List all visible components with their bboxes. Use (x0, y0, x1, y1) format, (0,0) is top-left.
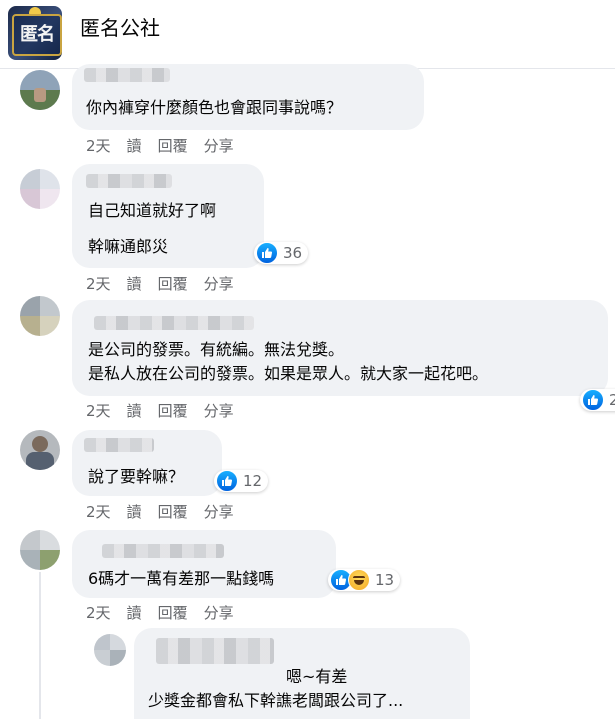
reply-button[interactable]: 回覆 (158, 137, 188, 155)
comment-text: 你內褲穿什麼顏色也會跟同事說嗎？ (86, 98, 343, 117)
share-button[interactable]: 分享 (204, 137, 234, 155)
group-avatar-text: 匿名 (12, 14, 62, 56)
reaction-count-value: 13 (375, 571, 395, 589)
share-button[interactable]: 分享 (204, 402, 234, 420)
comment-bubble: 6碼才一萬有差那一點錢嗎 (72, 530, 336, 598)
group-avatar[interactable]: 匿名 (8, 6, 62, 60)
comment-text: 說了要幹嘛？ (88, 467, 185, 486)
comment-time[interactable]: 2天 (86, 604, 111, 622)
reaction-count-value: 36 (283, 244, 303, 262)
reply-text: 嗯~有差 (286, 667, 348, 686)
comment-bubble: 說了要幹嘛？ (72, 430, 222, 496)
commenter-avatar[interactable] (20, 296, 60, 336)
commenter-avatar[interactable] (20, 430, 60, 470)
comment-text: 6碼才一萬有差那一點錢嗎 (88, 569, 275, 588)
comment-actions: 2天讀回覆 分享 (86, 503, 250, 521)
replier-name-blurred[interactable] (156, 638, 274, 664)
reply-button[interactable]: 回覆 (158, 503, 188, 521)
reply-button[interactable]: 回覆 (158, 604, 188, 622)
like-reaction-icon (216, 470, 238, 492)
reaction-count[interactable]: 12 (214, 470, 269, 492)
like-reaction-icon (582, 389, 604, 411)
comment-text: 是公司的發票。有統編。無法兌獎。 (88, 340, 345, 359)
share-button[interactable]: 分享 (204, 604, 234, 622)
commenter-name-blurred[interactable] (84, 438, 154, 452)
reply-text: 少獎金都會私下幹譙老闆跟公司了... (148, 691, 404, 710)
comment-actions: 2天讀回覆 分享 (86, 402, 250, 420)
reaction-count[interactable]: 36 (254, 242, 309, 264)
reaction-count[interactable]: 13 (328, 569, 401, 591)
reply-button[interactable]: 回覆 (158, 275, 188, 293)
like-reaction-icon (256, 242, 278, 264)
comment-bubble: 是公司的發票。有統編。無法兌獎。 是私人放在公司的發票。如果是眾人。就大家一起花… (72, 300, 608, 396)
commenter-avatar[interactable] (20, 70, 60, 110)
group-header: 匿名 匿名公社 (0, 0, 615, 69)
reply-button[interactable]: 回覆 (158, 402, 188, 420)
comment-actions: 2天讀回覆 分享 (86, 275, 250, 293)
read-button[interactable]: 讀 (127, 503, 142, 521)
reply-bubble: 嗯~有差 少獎金都會私下幹譙老闆跟公司了... (134, 628, 470, 719)
reply-thread-line (39, 572, 41, 719)
read-button[interactable]: 讀 (127, 275, 142, 293)
commenter-name-blurred[interactable] (86, 174, 172, 188)
commenter-avatar[interactable] (20, 530, 60, 570)
comment-time[interactable]: 2天 (86, 503, 111, 521)
read-button[interactable]: 讀 (127, 402, 142, 420)
comment-time[interactable]: 2天 (86, 275, 111, 293)
commenter-name-blurred[interactable] (94, 316, 254, 330)
reaction-count-value: 20 (609, 391, 615, 409)
comment-text: 自己知道就好了啊 (88, 201, 217, 220)
haha-reaction-icon (348, 569, 370, 591)
comment-bubble: 自己知道就好了啊 幹嘛通郎災 (72, 164, 264, 268)
reaction-count[interactable]: 20 (580, 389, 615, 411)
comment-text: 幹嘛通郎災 (88, 237, 169, 256)
read-button[interactable]: 讀 (127, 604, 142, 622)
share-button[interactable]: 分享 (204, 275, 234, 293)
commenter-name-blurred[interactable] (102, 544, 224, 558)
comment-time[interactable]: 2天 (86, 402, 111, 420)
comment-actions: 2天讀回覆 分享 (86, 137, 250, 155)
replier-avatar[interactable] (94, 634, 126, 666)
comment-time[interactable]: 2天 (86, 137, 111, 155)
comment-text: 是私人放在公司的發票。如果是眾人。就大家一起花吧。 (88, 364, 489, 383)
comment-bubble: 你內褲穿什麼顏色也會跟同事說嗎？ (72, 64, 424, 130)
reaction-count-value: 12 (243, 472, 263, 490)
commenter-name-blurred[interactable] (84, 68, 170, 82)
commenter-avatar[interactable] (20, 169, 60, 209)
share-button[interactable]: 分享 (204, 503, 234, 521)
read-button[interactable]: 讀 (127, 137, 142, 155)
comment-actions: 2天讀回覆 分享 (86, 604, 250, 622)
group-name[interactable]: 匿名公社 (80, 14, 160, 42)
